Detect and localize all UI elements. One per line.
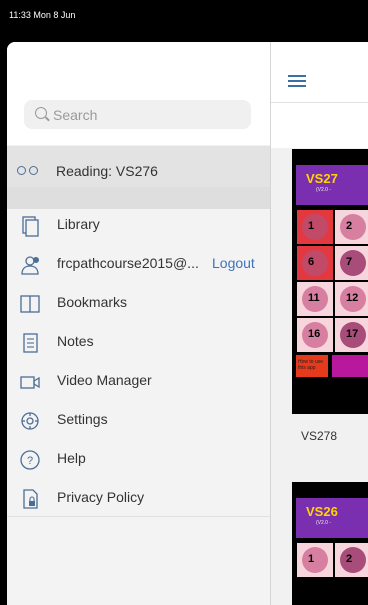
sidebar-item-account[interactable]: frcpathcourse2015@... Logout bbox=[7, 254, 270, 293]
sidebar-item-label: Notes bbox=[57, 333, 94, 349]
glasses-icon bbox=[17, 166, 39, 175]
search-input[interactable] bbox=[53, 100, 243, 129]
book-title: VS27 bbox=[306, 171, 338, 186]
book-card[interactable]: VS27 (V2.0 - 1 2 6 7 11 12 16 17 How to … bbox=[292, 149, 368, 414]
sidebar-item-label: Privacy Policy bbox=[57, 489, 145, 505]
status-bar: 11:33 Mon 8 Jun bbox=[0, 0, 368, 42]
video-icon bbox=[20, 376, 40, 389]
divider bbox=[7, 516, 270, 517]
sidebar-item-label: Help bbox=[57, 450, 86, 466]
library-icon bbox=[22, 216, 39, 237]
howto-badge: How to use this app bbox=[296, 355, 328, 377]
main-toolbar bbox=[270, 42, 368, 103]
book-card[interactable]: VS26 (V2.0 - 1 2 bbox=[292, 482, 368, 605]
section-divider bbox=[7, 187, 270, 209]
slide-thumbnail: 17 bbox=[334, 317, 368, 353]
bookmarks-icon bbox=[20, 295, 40, 313]
slide-thumbnail: 1 bbox=[296, 209, 334, 245]
sidebar: Reading: VS276 Library frcpathcourse2015… bbox=[7, 42, 271, 605]
slide-thumbnail: 7 bbox=[334, 245, 368, 281]
slide-thumbnail: 16 bbox=[296, 317, 334, 353]
book-subtitle: (V2.0 - bbox=[316, 187, 332, 193]
sidebar-header bbox=[7, 42, 270, 145]
settings-icon bbox=[21, 412, 39, 430]
slide-thumbnail: 2 bbox=[334, 209, 368, 245]
slide-thumbnail: 11 bbox=[296, 281, 334, 317]
list-view-icon[interactable] bbox=[288, 75, 306, 91]
sidebar-item-privacy-policy[interactable]: Privacy Policy bbox=[7, 488, 270, 527]
privacy-icon bbox=[23, 489, 38, 509]
slide-thumbnail: 1 bbox=[296, 542, 334, 578]
sidebar-item-label: Settings bbox=[57, 411, 108, 427]
sidebar-item-help[interactable]: ? Help bbox=[7, 449, 270, 488]
slide-thumbnail: 2 bbox=[334, 542, 368, 578]
book-title: VS26 bbox=[306, 504, 338, 519]
main-content: VS27 (V2.0 - 1 2 6 7 11 12 16 17 How to … bbox=[270, 42, 368, 605]
reading-label: Reading: VS276 bbox=[56, 163, 158, 179]
svg-text:?: ? bbox=[27, 455, 33, 467]
search-box[interactable] bbox=[24, 100, 251, 129]
user-icon bbox=[21, 256, 39, 275]
sidebar-item-library[interactable]: Library bbox=[7, 215, 270, 254]
sidebar-item-bookmarks[interactable]: Bookmarks bbox=[7, 293, 270, 332]
search-icon bbox=[35, 107, 47, 119]
notes-icon bbox=[23, 333, 38, 353]
logout-button[interactable]: Logout bbox=[212, 255, 255, 271]
status-time: 11:33 Mon 8 Jun bbox=[9, 10, 76, 20]
slide-thumbnail: 6 bbox=[296, 245, 334, 281]
info-badge bbox=[332, 355, 368, 377]
sidebar-item-notes[interactable]: Notes bbox=[7, 332, 270, 371]
book-header: VS27 (V2.0 - bbox=[296, 165, 368, 205]
sidebar-item-label: Library bbox=[57, 216, 100, 232]
sidebar-item-settings[interactable]: Settings bbox=[7, 410, 270, 449]
sidebar-item-label: Bookmarks bbox=[57, 294, 128, 310]
book-caption: VS278 bbox=[301, 429, 338, 443]
help-icon: ? bbox=[20, 450, 40, 470]
account-email: frcpathcourse2015@... bbox=[57, 255, 199, 271]
sidebar-item-label: Video Manager bbox=[57, 372, 152, 388]
sidebar-item-video-manager[interactable]: Video Manager bbox=[7, 371, 270, 410]
slide-thumbnail: 12 bbox=[334, 281, 368, 317]
reading-row[interactable]: Reading: VS276 bbox=[7, 146, 270, 187]
book-subtitle: (V2.0 - bbox=[316, 520, 332, 526]
main-subtoolbar bbox=[270, 103, 368, 149]
book-header: VS26 (V2.0 - bbox=[296, 498, 368, 538]
